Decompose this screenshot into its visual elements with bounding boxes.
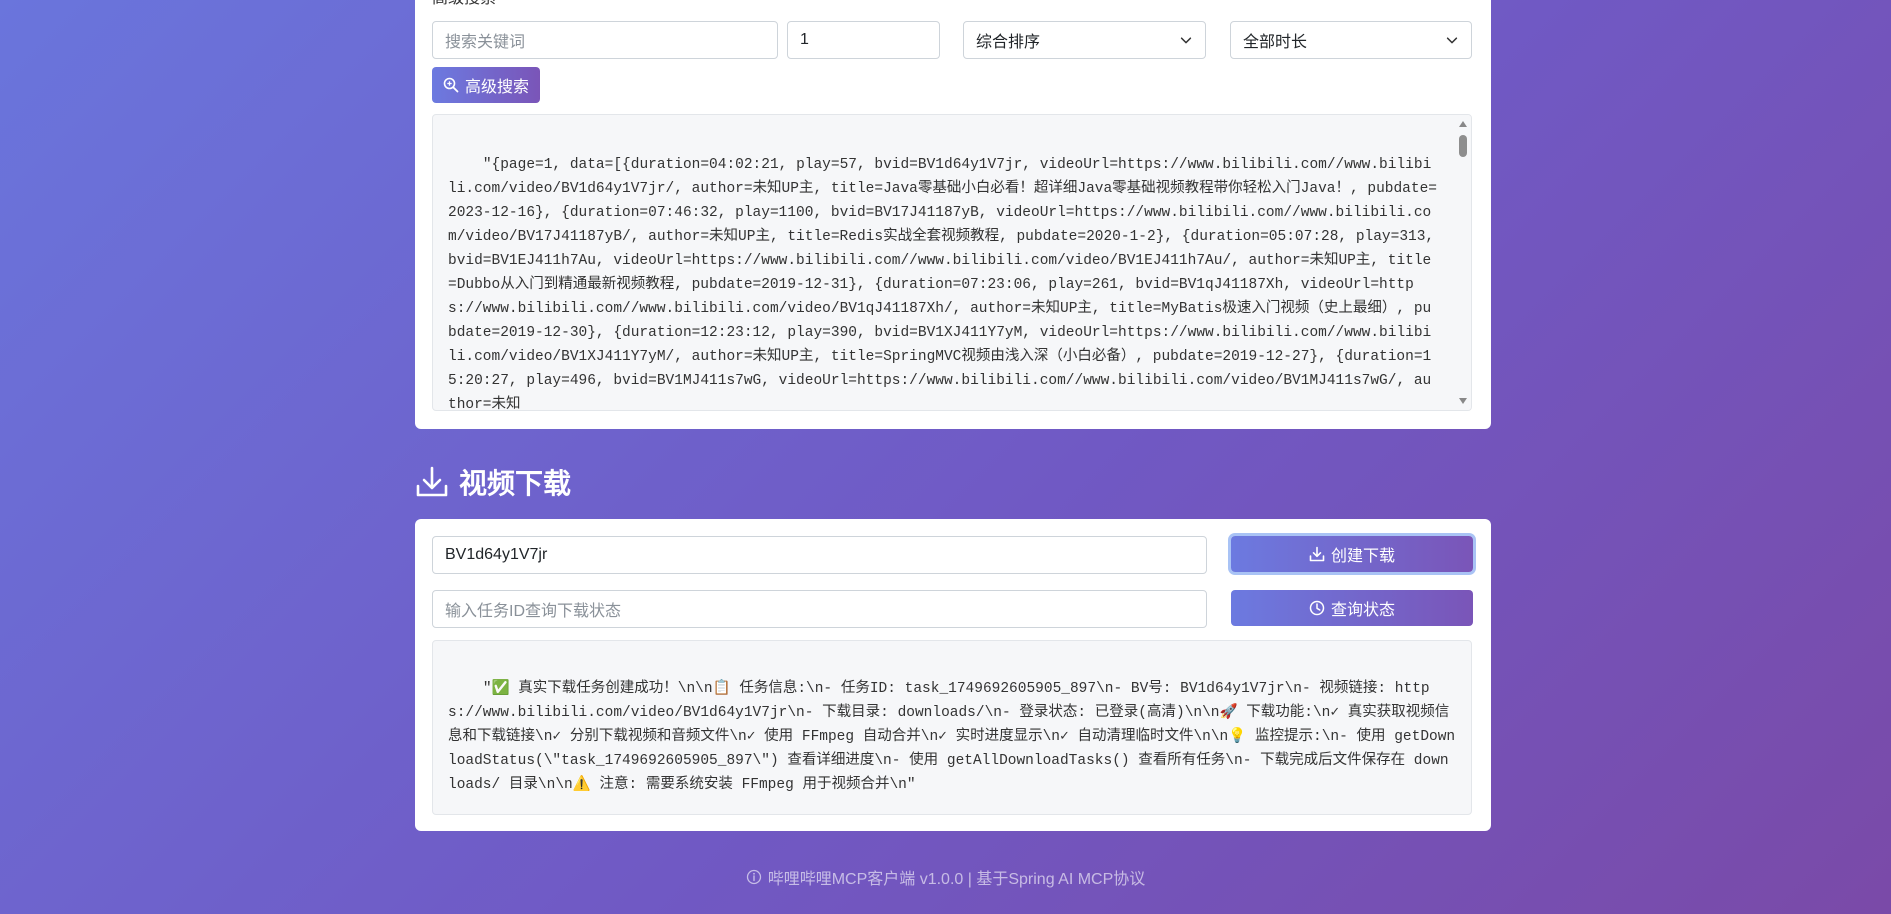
advanced-search-label: 高级搜索 [464, 79, 529, 96]
task-id-input[interactable]: 输入任务ID查询下载状态 [432, 590, 1207, 628]
scrollbar-thumb[interactable] [1459, 135, 1467, 157]
scroll-up-arrow-icon[interactable] [1459, 121, 1467, 127]
search-result-output[interactable]: "{page=1, data=[{duration=04:02:21, play… [432, 114, 1472, 411]
duration-select[interactable]: 全部时长 [1230, 21, 1472, 59]
clock-icon [1309, 600, 1325, 616]
advanced-search-button[interactable]: 高级搜索 [432, 67, 540, 103]
query-status-label: 查询状态 [1330, 602, 1395, 619]
download-result-text: "✅ 真实下载任务创建成功！\n\n📋 任务信息:\n- 任务ID: task_… [448, 681, 1456, 793]
search-zoom-icon [443, 77, 459, 93]
bvid-input[interactable]: BV1d64y1V7jr [432, 536, 1207, 574]
page-value: 1 [800, 31, 809, 48]
duration-select-value: 全部时长 [1243, 34, 1308, 51]
download-card: BV1d64y1V7jr 创建下载 输入任务ID查询下载状态 查询状态 "✅ 真… [415, 519, 1491, 831]
search-section-label: 高级搜索 [432, 0, 496, 8]
task-id-placeholder: 输入任务ID查询下载状态 [445, 603, 622, 620]
scrollbar[interactable] [1455, 115, 1471, 410]
create-download-label: 创建下载 [1330, 548, 1395, 565]
search-result-text: "{page=1, data=[{duration=04:02:21, play… [448, 157, 1443, 411]
chevron-down-icon [1180, 37, 1192, 44]
keyword-input[interactable]: 搜索关键词 [432, 21, 778, 59]
info-icon [746, 869, 761, 885]
download-icon [1309, 546, 1325, 562]
chevron-down-icon [1446, 37, 1458, 44]
create-download-button[interactable]: 创建下载 [1231, 536, 1473, 572]
footer: 哔哩哔哩MCP客户端 v1.0.0 | 基于Spring AI MCP协议 [0, 865, 1891, 889]
bvid-value: BV1d64y1V7jr [445, 546, 548, 563]
search-card: 高级搜索 搜索关键词 1 综合排序 全部时长 高级搜索 "{page=1, da… [415, 0, 1491, 429]
scroll-down-arrow-icon[interactable] [1459, 398, 1467, 404]
download-result-output[interactable]: "✅ 真实下载任务创建成功！\n\n📋 任务信息:\n- 任务ID: task_… [432, 640, 1472, 815]
video-download-title: 视频下载 [459, 468, 572, 499]
sort-select[interactable]: 综合排序 [963, 21, 1206, 59]
keyword-placeholder: 搜索关键词 [445, 34, 526, 51]
query-status-button[interactable]: 查询状态 [1231, 590, 1473, 626]
sort-select-value: 综合排序 [976, 34, 1041, 51]
page-input[interactable]: 1 [787, 21, 940, 59]
video-download-heading: 视频下载 [415, 462, 571, 502]
download-icon [416, 466, 448, 497]
footer-text: 哔哩哔哩MCP客户端 v1.0.0 | 基于Spring AI MCP协议 [767, 871, 1146, 888]
